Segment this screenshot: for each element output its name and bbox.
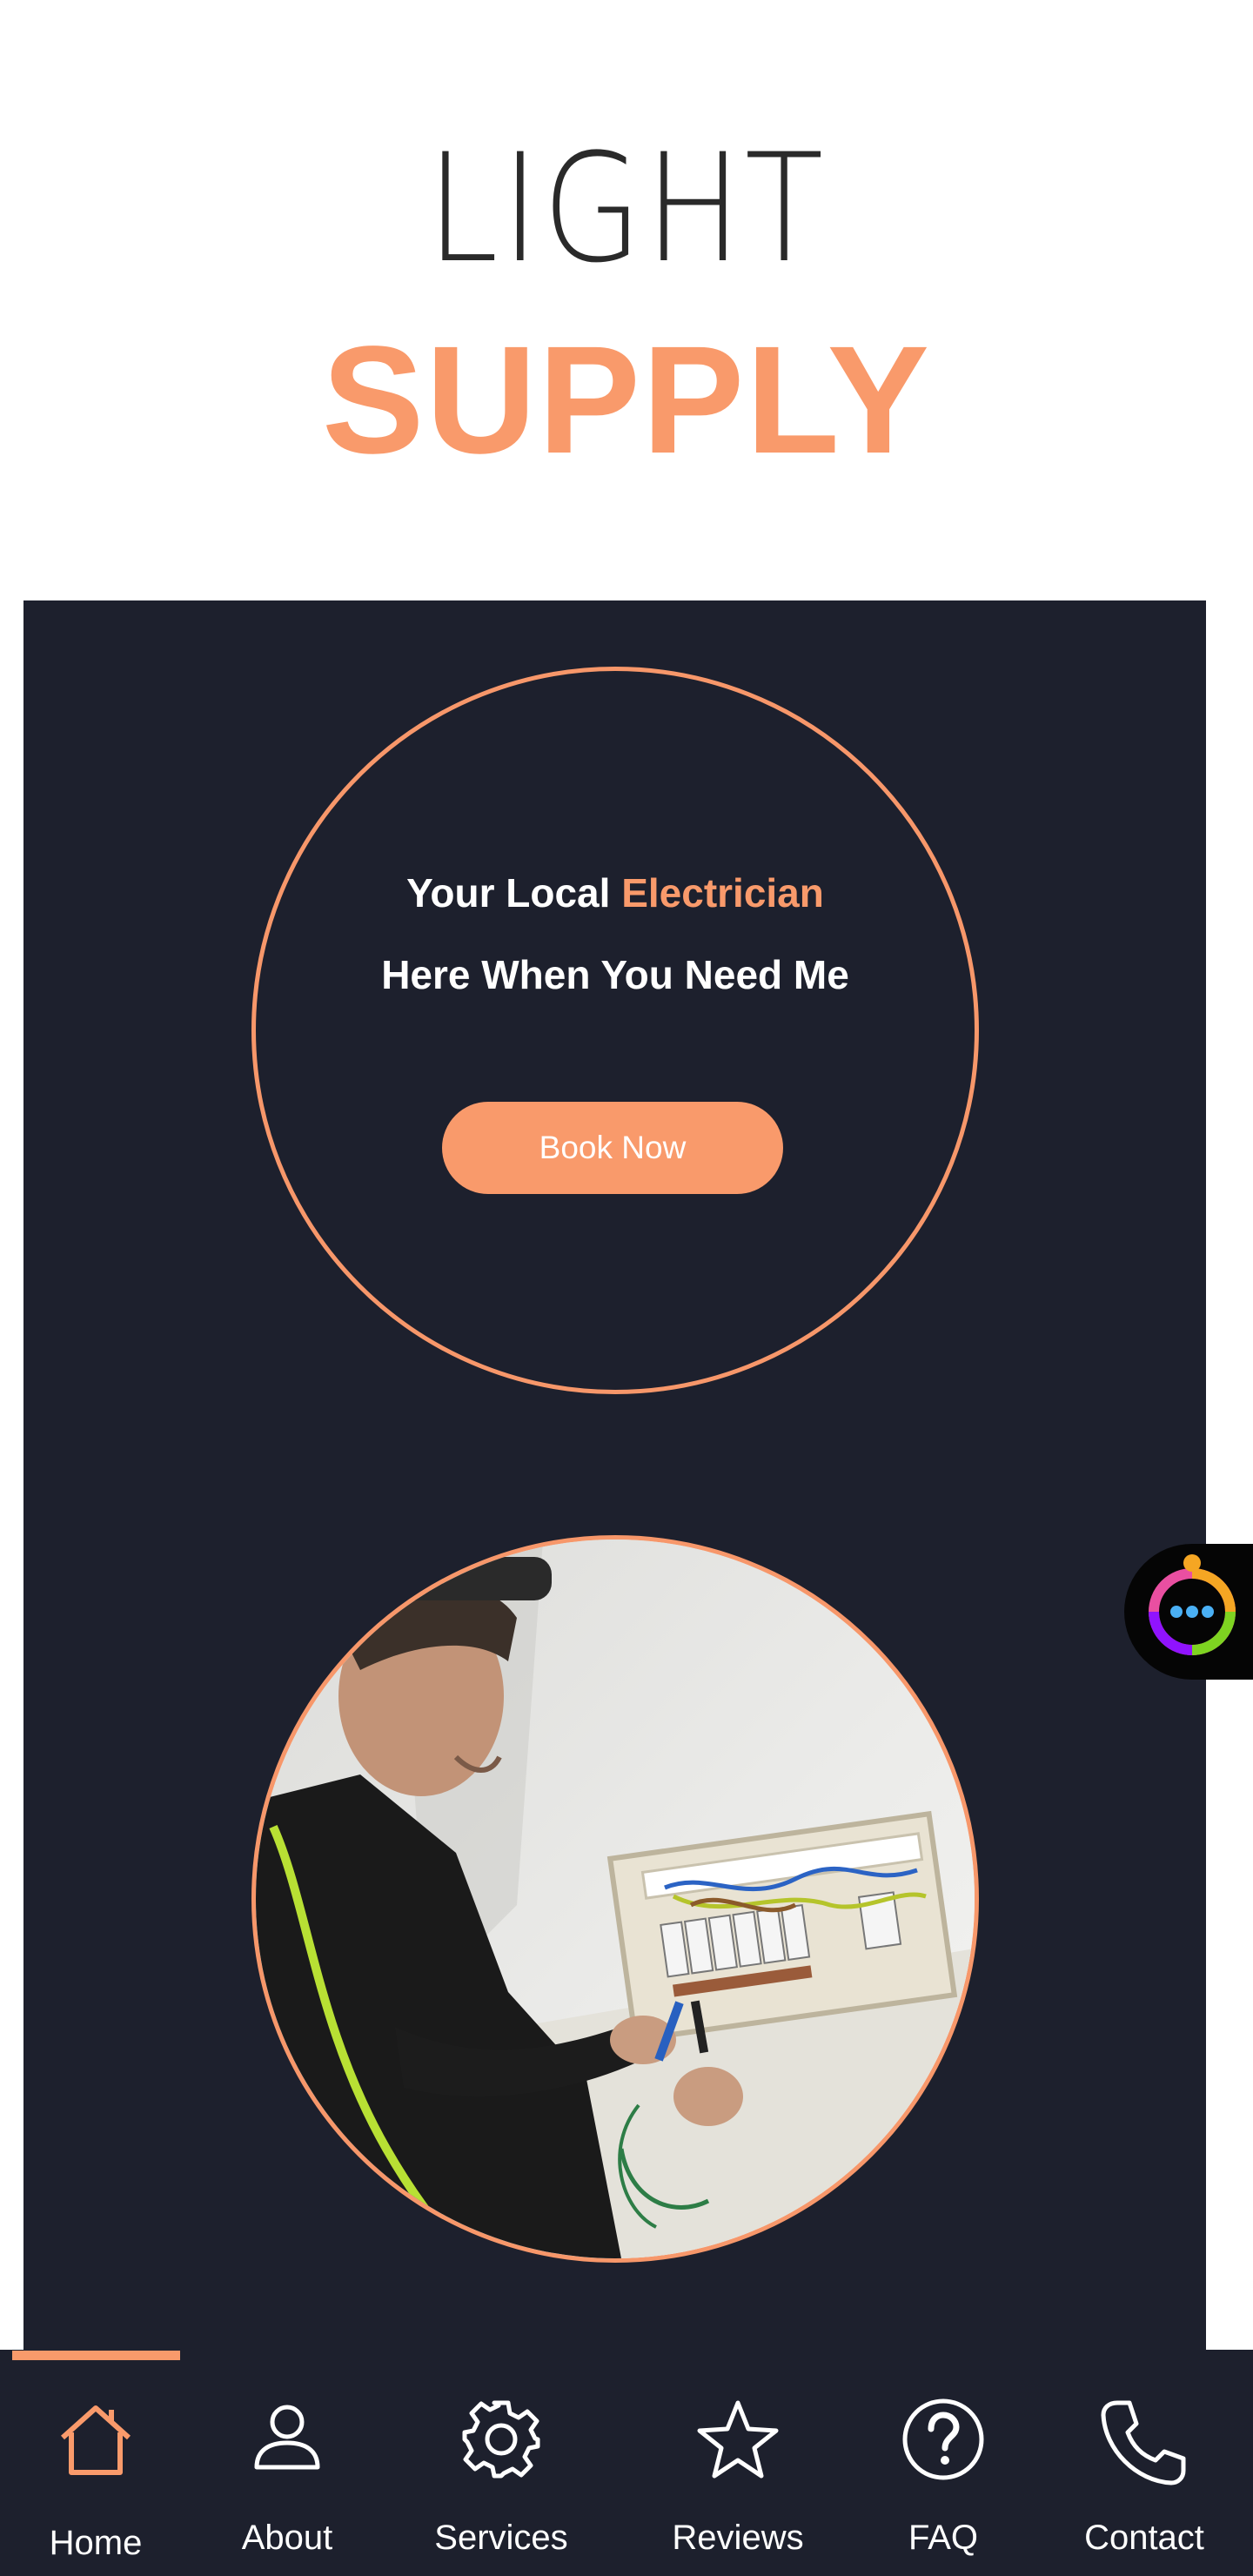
electrician-photo (251, 1535, 979, 2263)
nav-label-home: Home (49, 2524, 143, 2562)
nav-item-faq[interactable]: FAQ (874, 2350, 1013, 2576)
headline-accent: Electrician (621, 870, 824, 916)
question-icon (902, 2398, 984, 2480)
nav-item-about[interactable]: About (200, 2350, 374, 2576)
nav-label-about: About (241, 2519, 333, 2557)
user-icon (254, 2405, 320, 2470)
hero-headline-line-2: Here When You Need Me (381, 952, 849, 997)
nav-item-reviews[interactable]: Reviews (651, 2350, 825, 2576)
nav-item-contact[interactable]: Contact (1057, 2350, 1231, 2576)
phone-icon (1101, 2400, 1186, 2485)
chat-bubble-icon (1149, 1554, 1236, 1655)
logo-line-1: LIGHT (426, 121, 827, 296)
chat-widget-button[interactable] (1124, 1544, 1253, 1680)
electrician-illustration (256, 1540, 975, 2258)
nav-label-services: Services (434, 2519, 568, 2557)
nav-label-faq: FAQ (908, 2519, 979, 2557)
logo-line-2: SUPPLY (321, 315, 931, 486)
nav-item-services[interactable]: Services (414, 2350, 588, 2576)
bottom-nav: Home About Services Reviews FAQ Contact (0, 2350, 1253, 2576)
gear-icon (462, 2400, 540, 2479)
nav-active-indicator (12, 2351, 180, 2360)
headline-prefix: Your Local (406, 870, 611, 916)
home-icon (60, 2405, 131, 2475)
hero-circle (251, 667, 979, 1394)
nav-item-home[interactable]: Home (0, 2350, 191, 2576)
star-icon (697, 2400, 779, 2479)
book-now-button[interactable]: Book Now (442, 1102, 783, 1194)
nav-label-reviews: Reviews (672, 2519, 804, 2557)
hero-headline-line-1: Your Local Electrician (251, 867, 979, 919)
nav-label-contact: Contact (1084, 2519, 1204, 2557)
